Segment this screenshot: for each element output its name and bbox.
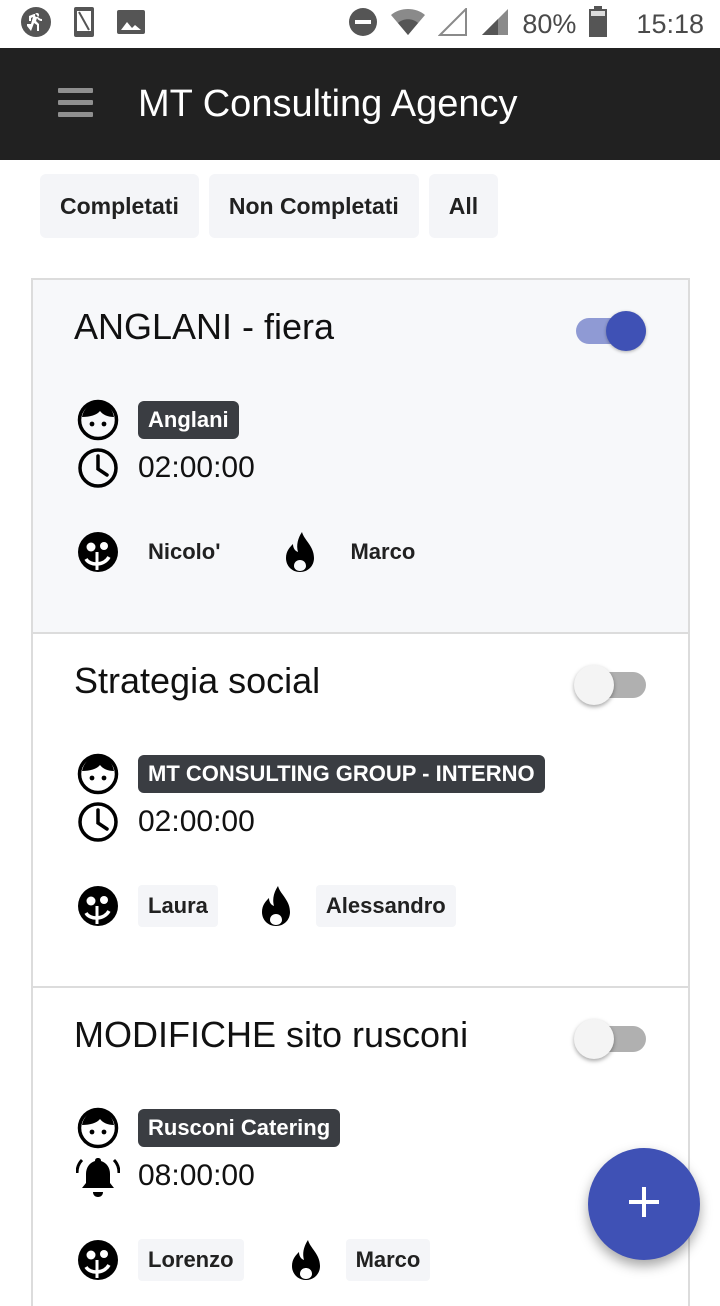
face-icon xyxy=(76,752,120,796)
clock-icon xyxy=(76,800,120,844)
clock-icon xyxy=(76,446,120,490)
filter-all-button[interactable]: All xyxy=(428,174,499,238)
assignee-name: Lorenzo xyxy=(138,1239,244,1281)
bell-icon xyxy=(76,1154,120,1198)
client-row: MT CONSULTING GROUP - INTERNO xyxy=(76,752,545,796)
wifi-icon xyxy=(390,8,426,41)
owner: Marco xyxy=(284,1238,431,1282)
running-app-icon xyxy=(20,6,52,43)
task-title: MODIFICHE sito rusconi xyxy=(74,1014,469,1055)
add-task-button[interactable] xyxy=(588,1148,700,1260)
clock-time: 15:18 xyxy=(636,8,704,39)
owner-name: Marco xyxy=(350,539,416,564)
battery-percent: 80% xyxy=(522,8,577,39)
owner-name: Alessandro xyxy=(315,885,456,927)
phone-icon xyxy=(72,6,96,43)
app-title: MT Consulting Agency xyxy=(138,83,518,125)
owner: Alessandro xyxy=(254,884,456,928)
battery-icon xyxy=(588,5,608,43)
owner-name: Marco xyxy=(345,1239,431,1281)
status-bar: 80% 15:18 xyxy=(0,0,720,48)
do-not-disturb-icon xyxy=(348,7,378,42)
client-chip: MT CONSULTING GROUP - INTERNO xyxy=(138,755,545,793)
owner: Marco xyxy=(278,530,425,574)
task-time: 02:00:00 xyxy=(138,805,255,838)
task-card[interactable]: Strategia social MT CONSULTING GROUP - I… xyxy=(31,632,690,988)
assignee-name: Nicolo' xyxy=(148,539,221,564)
filter-not-completed-button[interactable]: Non Completati xyxy=(208,174,419,238)
filter-bar: Completati Non Completati All xyxy=(40,174,499,238)
flame-icon xyxy=(284,1238,328,1282)
people-row: Laura Alessandro xyxy=(76,884,456,928)
assignee: Laura xyxy=(76,884,218,928)
task-card[interactable]: MODIFICHE sito rusconi Rusconi Catering … xyxy=(31,986,690,1306)
menu-button[interactable] xyxy=(52,82,100,126)
task-card[interactable]: ANGLANI - fiera Anglani 02:00:00 Nicolo'… xyxy=(31,278,690,634)
completed-toggle[interactable] xyxy=(574,664,648,705)
people-row: Nicolo' Marco xyxy=(76,530,425,574)
face-icon xyxy=(76,398,120,442)
time-row: 02:00:00 xyxy=(76,446,255,490)
client-row: Anglani xyxy=(76,398,239,442)
user-face-icon xyxy=(76,1238,120,1282)
assignee-name: Laura xyxy=(138,885,218,927)
app-bar: MT Consulting Agency xyxy=(0,48,720,160)
image-icon xyxy=(116,8,146,41)
completed-toggle[interactable] xyxy=(574,1018,648,1059)
signal-icon xyxy=(480,8,510,41)
task-title: ANGLANI - fiera xyxy=(74,306,335,347)
user-face-icon xyxy=(76,884,120,928)
user-face-icon xyxy=(76,530,120,574)
client-chip: Anglani xyxy=(138,401,239,439)
face-icon xyxy=(76,1106,120,1150)
task-title: Strategia social xyxy=(74,660,321,701)
flame-icon xyxy=(278,530,322,574)
signal-empty-icon xyxy=(437,6,468,41)
client-chip: Rusconi Catering xyxy=(138,1109,341,1147)
assignee: Lorenzo xyxy=(76,1238,244,1282)
flame-icon xyxy=(254,884,298,928)
time-row: 02:00:00 xyxy=(76,800,255,844)
completed-toggle[interactable] xyxy=(574,310,648,351)
people-row: Lorenzo Marco xyxy=(76,1238,431,1282)
task-time: 02:00:00 xyxy=(138,451,255,484)
client-row: Rusconi Catering xyxy=(76,1106,341,1150)
time-row: 08:00:00 xyxy=(76,1154,255,1198)
plus-icon xyxy=(627,1185,661,1224)
task-time: 08:00:00 xyxy=(138,1159,255,1192)
filter-completed-button[interactable]: Completati xyxy=(40,174,199,238)
menu-icon xyxy=(58,88,93,93)
assignee: Nicolo' xyxy=(76,530,230,574)
